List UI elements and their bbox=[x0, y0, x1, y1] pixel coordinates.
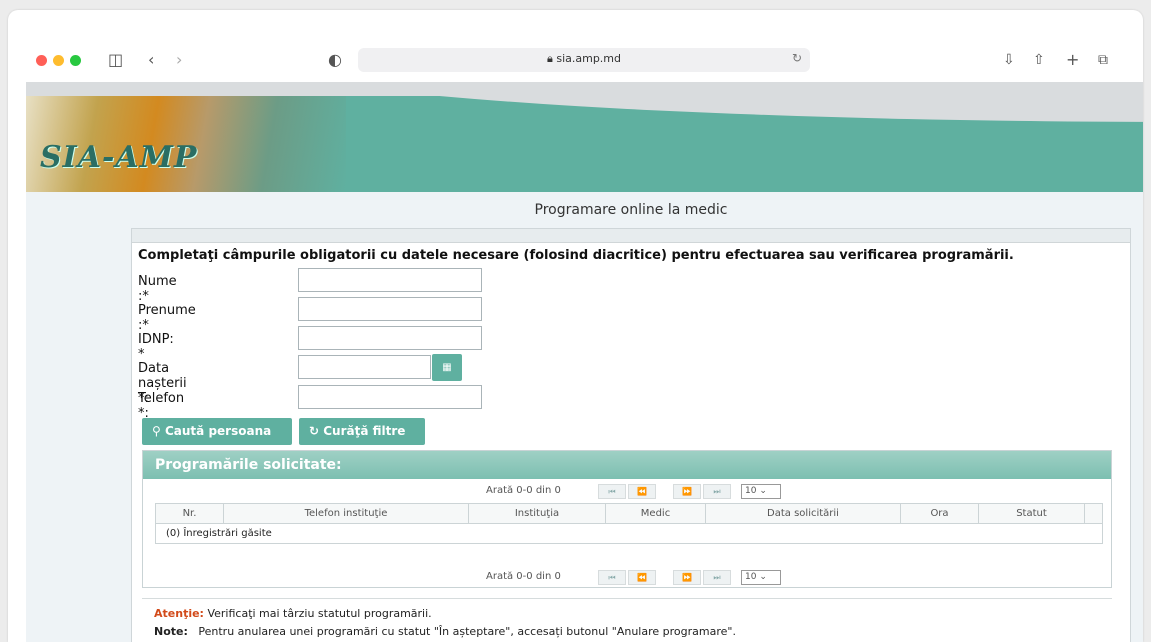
attention-line: Atenţie: Verificaţi mai târziu statutul … bbox=[154, 607, 432, 620]
note-label: Note: bbox=[154, 625, 188, 638]
url-text: 🔒︎ sia.amp.md bbox=[358, 52, 810, 66]
col-medic[interactable]: Medic bbox=[605, 503, 706, 524]
attention-label: Atenţie: bbox=[154, 607, 204, 620]
last-page-button-bottom[interactable]: ⏭ bbox=[703, 570, 731, 585]
browser-toolbar: ◫ ‹ › ◐ 🔒︎ sia.amp.md ↻ ⇩ ⇧ + ⧉ bbox=[8, 38, 1143, 82]
new-tab-icon[interactable]: + bbox=[1066, 48, 1079, 72]
col-institutia[interactable]: Instituţia bbox=[468, 503, 606, 524]
grid-header: Programările solicitate: bbox=[143, 451, 1111, 479]
form-instruction: Completaţi câmpurile obligatorii cu date… bbox=[138, 248, 1014, 263]
refresh-icon: ↻ bbox=[309, 424, 320, 438]
prev-page-button[interactable]: ⏪ bbox=[628, 484, 656, 499]
last-page-button[interactable]: ⏭ bbox=[703, 484, 731, 499]
empty-message: (0) Înregistrări găsite bbox=[155, 523, 1103, 544]
col-statut[interactable]: Statut bbox=[978, 503, 1085, 524]
reload-icon[interactable]: ↻ bbox=[792, 51, 802, 65]
note-line: Note: Pentru anularea unei programări cu… bbox=[154, 625, 736, 638]
field-label-prenume: Prenume :* bbox=[138, 303, 196, 333]
banner-graphic bbox=[26, 82, 346, 192]
idnp-field[interactable] bbox=[298, 326, 482, 350]
banner-curve bbox=[226, 82, 1143, 122]
attention-text: Verificaţi mai târziu statutul programăr… bbox=[207, 607, 432, 620]
download-icon[interactable]: ⇩ bbox=[1003, 48, 1015, 72]
bottom-pager: Arată 0-0 din 0 ⏮ ⏪ ⏩ ⏭ 10 ⌄ bbox=[143, 567, 1111, 587]
zoom-window-button[interactable] bbox=[70, 55, 81, 66]
panel-topbar bbox=[132, 229, 1130, 243]
pager-text-bottom: Arată 0-0 din 0 bbox=[486, 571, 561, 582]
page-size-select[interactable]: 10 ⌄ bbox=[741, 484, 781, 499]
address-bar[interactable]: 🔒︎ sia.amp.md ↻ bbox=[358, 48, 810, 72]
lock-icon: 🔒︎ bbox=[546, 52, 553, 65]
back-icon[interactable]: ‹ bbox=[148, 48, 154, 72]
top-pager: Arată 0-0 din 0 ⏮ ⏪ ⏩ ⏭ 10 ⌄ bbox=[143, 481, 1111, 501]
forward-icon[interactable]: › bbox=[176, 48, 182, 72]
page-title: Programare online la medic bbox=[534, 202, 728, 218]
close-window-button[interactable] bbox=[36, 55, 47, 66]
minimize-window-button[interactable] bbox=[53, 55, 64, 66]
col-ora[interactable]: Ora bbox=[900, 503, 979, 524]
clear-filters-label: Curăţă filtre bbox=[323, 424, 406, 438]
page-size-select-bottom[interactable]: 10 ⌄ bbox=[741, 570, 781, 585]
shield-icon[interactable]: ◐ bbox=[328, 48, 342, 72]
field-label-idnp: IDNP: * bbox=[138, 332, 174, 362]
first-page-button-bottom[interactable]: ⏮ bbox=[598, 570, 626, 585]
clear-filters-button[interactable]: ↻ Curăţă filtre bbox=[299, 418, 425, 445]
url-label: sia.amp.md bbox=[556, 52, 622, 65]
browser-window: ◫ ‹ › ◐ 🔒︎ sia.amp.md ↻ ⇩ ⇧ + ⧉ SIA-AMP … bbox=[8, 10, 1143, 642]
page-size-value: 10 bbox=[745, 486, 757, 496]
notes-section: Atenţie: Verificaţi mai târziu statutul … bbox=[142, 598, 1112, 642]
nume-field[interactable] bbox=[298, 268, 482, 292]
search-person-button[interactable]: ⚲ Caută persoana bbox=[142, 418, 292, 445]
birthdate-field[interactable] bbox=[298, 355, 431, 379]
col-telefon-institutie[interactable]: Telefon instituţie bbox=[223, 503, 469, 524]
prev-page-button-bottom[interactable]: ⏪ bbox=[628, 570, 656, 585]
prenume-field[interactable] bbox=[298, 297, 482, 321]
field-label-telefon: Telefon *: bbox=[138, 391, 185, 421]
grid-title: Programările solicitate: bbox=[155, 457, 342, 473]
pager-text: Arată 0-0 din 0 bbox=[486, 485, 561, 496]
first-page-button[interactable]: ⏮ bbox=[598, 484, 626, 499]
page-size-value-bottom: 10 bbox=[745, 572, 757, 582]
tabs-overview-icon[interactable]: ⧉ bbox=[1098, 48, 1108, 72]
search-person-label: Caută persoana bbox=[164, 424, 272, 438]
sidebar-icon[interactable]: ◫ bbox=[108, 48, 123, 72]
table-row: (0) Înregistrări găsite bbox=[155, 523, 1103, 544]
col-data-solicitarii[interactable]: Data solicitării bbox=[705, 503, 901, 524]
site-logo[interactable]: SIA-AMP bbox=[40, 140, 197, 175]
field-label-nume: Nume :* bbox=[138, 274, 177, 304]
col-extra bbox=[1084, 503, 1103, 524]
next-page-button-bottom[interactable]: ⏩ bbox=[673, 570, 701, 585]
calendar-button[interactable]: ▦ bbox=[432, 354, 462, 381]
site-banner: SIA-AMP bbox=[26, 82, 1143, 192]
appointments-grid: Programările solicitate: Arată 0-0 din 0… bbox=[142, 450, 1112, 588]
share-icon[interactable]: ⇧ bbox=[1033, 48, 1045, 72]
note-text: Pentru anularea unei programări cu statu… bbox=[198, 625, 736, 638]
search-icon: ⚲ bbox=[152, 424, 161, 438]
next-page-button[interactable]: ⏩ bbox=[673, 484, 701, 499]
appointments-table: Nr. Telefon instituţie Instituţia Medic … bbox=[155, 503, 1103, 544]
telefon-field[interactable] bbox=[298, 385, 482, 409]
col-nr[interactable]: Nr. bbox=[155, 503, 224, 524]
table-header-row: Nr. Telefon instituţie Instituţia Medic … bbox=[155, 503, 1103, 524]
calendar-icon: ▦ bbox=[442, 362, 452, 373]
